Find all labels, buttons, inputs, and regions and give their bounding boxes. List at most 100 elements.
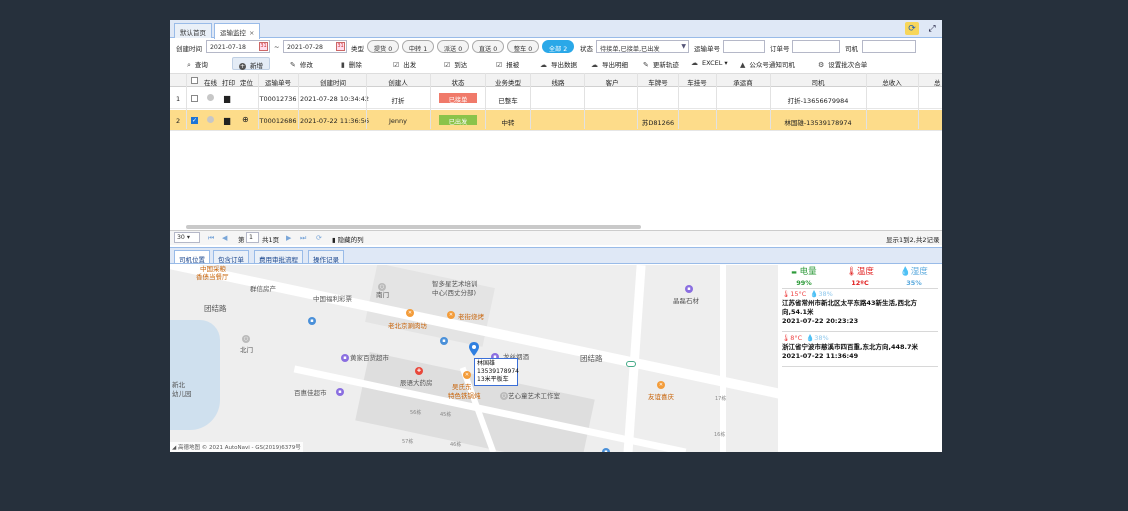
location-pin-icon[interactable] [469,342,479,356]
print-icon[interactable]: ▆ [224,116,230,125]
first-page-icon[interactable]: ⏮ [208,234,214,243]
table-row[interactable]: 2 ✓ ▆ ⊕ T00012686 2021-07-22 11:36:56 Je… [170,110,942,131]
header-online[interactable]: 在线 [204,77,217,87]
divider [782,331,938,332]
next-page-icon[interactable]: ▶ [286,234,291,242]
export-detail-label: 导出明细 [602,61,628,69]
header-driver[interactable]: 司机 [770,77,866,87]
header-biz-type[interactable]: 业务类型 [486,77,530,87]
tab-driver-location[interactable]: 司机位置 [174,250,210,264]
close-icon[interactable]: × [249,29,254,37]
cell-waybill[interactable]: T00012736 [258,95,298,103]
chevron-down-icon[interactable]: ▼ [681,43,686,50]
date-from-input[interactable]: 2021-07-18 31 [206,40,270,53]
tab-home-label: 默认首页 [180,29,206,37]
status-select[interactable]: 待接单,已接单,已出发 ▼ [596,40,689,53]
page-size-select[interactable]: 30 ▾ [174,232,200,243]
row-number: 2 [176,117,181,125]
store-icon: ▪ [341,354,349,362]
map-water [170,320,220,430]
print-icon[interactable]: ▆ [224,94,230,103]
header-total-income[interactable]: 总收入 [866,77,918,87]
arrive-button[interactable]: ☑ 到达 [444,57,467,70]
battery-icon: ▬ [791,269,797,276]
excel-menu-button[interactable]: ☁ EXCEL ▾ [691,57,728,70]
export-data-button[interactable]: ☁ 导出数据 [540,57,577,70]
fullscreen-icon[interactable]: ⤢ [925,22,939,35]
header-waybill[interactable]: 运输单号 [258,77,298,87]
gear-icon: ⚙ [818,61,825,69]
update-track-button[interactable]: ✎ 更新轨迹 [643,57,679,70]
header-status[interactable]: 状态 [432,77,484,87]
last-page-icon[interactable]: ⏭ [300,234,306,243]
hidden-columns-label: 隐藏的列 [337,236,364,244]
type-pill-pickup[interactable]: 提货 0 [367,40,399,53]
store-icon: ▪ [685,285,693,293]
page-number-input[interactable]: 1 [246,232,259,243]
bus-stop-icon: ▪ [602,448,610,452]
header-total[interactable]: 总 [934,77,941,87]
export-detail-button[interactable]: ☁ 导出明细 [591,57,628,70]
header-plate[interactable]: 车牌号 [638,77,678,87]
hidden-columns-button[interactable]: ▮ 隐藏的列 [332,234,364,244]
toolbar: ⌕ 查询 + 新增 ✎ 修改 ▮ 删除 ☑ 出发 ☑ 到达 ☑ 报被 ☁ 导出数据 ☁ 导出明细 … [170,56,942,71]
refresh-icon[interactable]: ⟳ [316,234,322,242]
type-pill-all[interactable]: 全部 2 [542,40,574,53]
driver-label: 司机 [845,45,858,53]
header-route[interactable]: 线路 [530,77,586,87]
calendar-icon[interactable]: 31 [336,42,345,51]
refresh-icon[interactable]: ⟳ [905,22,919,35]
bus-stop-icon: ▪ [308,317,316,325]
query-button[interactable]: ⌕ 查询 [187,57,208,70]
tab-transport-monitor[interactable]: 运输监控 × [214,23,261,39]
divider [782,288,938,289]
map-copyright: ◢ 高德地图 © 2021 AutoNavi - GS(2019)6379号 [170,442,303,452]
arrive-button-label: 到达 [454,61,468,69]
header-customer[interactable]: 客户 [586,77,638,87]
divider [782,366,938,367]
tab-included-orders[interactable]: 包含订单 [213,250,249,264]
locate-icon[interactable]: ⊕ [242,115,249,124]
header-trailer[interactable]: 车挂号 [678,77,716,87]
header-locate[interactable]: 定位 [240,77,253,87]
prev-page-icon[interactable]: ◀ [222,234,227,242]
type-pill-direct[interactable]: 直送 0 [472,40,504,53]
waybill-input[interactable] [723,40,765,53]
cell-waybill[interactable]: T00012686 [258,117,298,125]
location-event[interactable]: 🌡8°C 💧38% 浙江省宁波市慈溪市四百重,东北方向,448.7米 2021-0… [782,334,938,361]
tab-operation-log[interactable]: 操作记录 [308,250,344,264]
location-event[interactable]: 🌡15°C 💧38% 江苏省常州市新北区太平东路43新生活,西北方向,54.1米 … [782,290,938,326]
batch-merge-button[interactable]: ⚙ 设置批次合单 [818,57,867,70]
add-button[interactable]: + 新增 [232,57,270,70]
delete-button[interactable]: ▮ 删除 [341,57,362,70]
type-pill-transfer[interactable]: 中转 1 [402,40,434,53]
map-view[interactable]: 中国采粮 香债当餐厅 群信房产 中国福利彩票 南门 智多星艺术培训 中心(西丈分… [170,265,778,452]
header-creator[interactable]: 创建人 [368,77,428,87]
report-button[interactable]: ☑ 报被 [496,57,519,70]
row-checkbox[interactable]: ✓ [191,117,198,124]
header-created-time[interactable]: 创建时间 [300,77,366,87]
map-label: 56栋 [410,410,422,416]
tab-home[interactable]: 默认首页 [174,23,212,38]
date-to-input[interactable]: 2021-07-28 31 [283,40,347,53]
horizontal-scrollbar[interactable] [186,225,641,229]
tab-transport-monitor-label: 运输监控 [220,29,246,37]
grid-divider [186,73,187,129]
row-checkbox[interactable] [191,95,198,102]
driver-input[interactable] [862,40,916,53]
table-row[interactable]: 1 ▆ T00012736 2021-07-28 10:34:42 打折 已接单… [170,88,942,109]
header-print[interactable]: 打印 [222,77,235,87]
tab-fee-approval[interactable]: 费用审批流程 [254,250,303,264]
row-number: 1 [176,95,181,103]
temperature-value: 12ºC [851,279,869,287]
notify-driver-button[interactable]: ▲ 公众号通知司机 [740,57,795,70]
calendar-icon[interactable]: 31 [259,42,268,51]
edit-button[interactable]: ✎ 修改 [290,57,313,70]
select-all-checkbox[interactable] [191,77,198,84]
grid-divider [258,73,259,129]
order-input[interactable] [792,40,840,53]
type-pill-delivery[interactable]: 派送 0 [437,40,469,53]
depart-button[interactable]: ☑ 出发 [393,57,416,70]
type-pill-fullload[interactable]: 整车 0 [507,40,539,53]
header-carrier[interactable]: 承运商 [716,77,770,87]
